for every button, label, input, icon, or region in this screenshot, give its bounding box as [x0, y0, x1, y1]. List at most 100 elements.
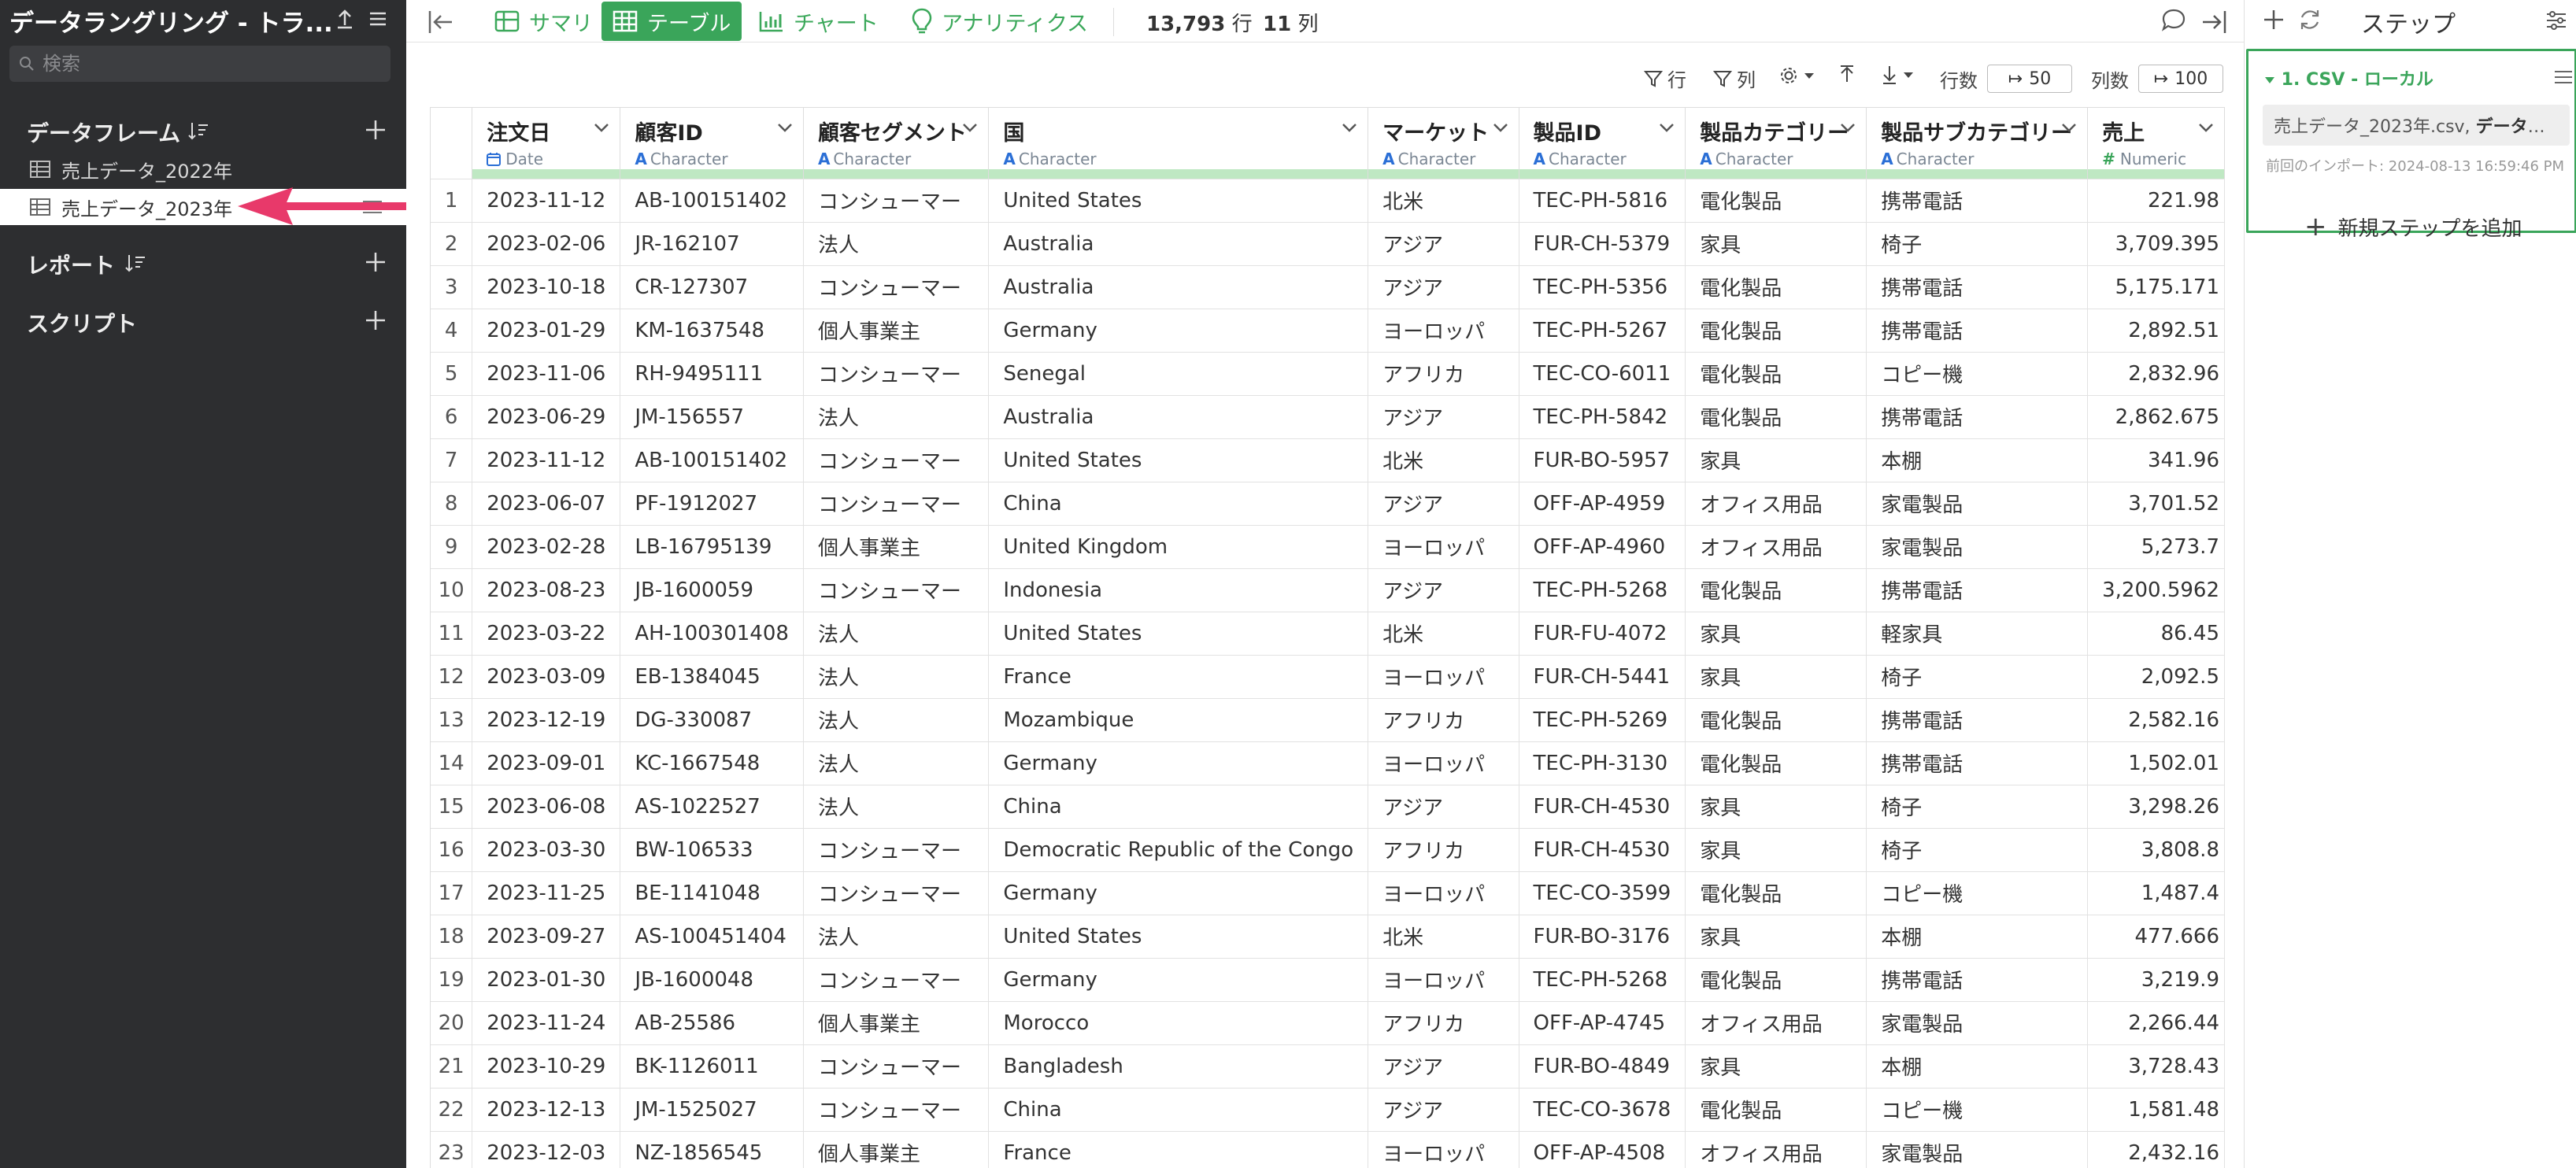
table-cell[interactable]: 法人	[803, 698, 990, 742]
table-cell[interactable]: アフリカ	[1368, 828, 1519, 872]
table-cell[interactable]: 2,582.16	[2087, 698, 2225, 742]
table-cell[interactable]: JB-1600048	[620, 958, 804, 1002]
table-cell[interactable]: 法人	[803, 395, 990, 439]
table-cell[interactable]: 3,219.9	[2087, 958, 2225, 1002]
table-row[interactable]: 11 2023-03-22 AH-100301408 法人 United States 北…	[431, 612, 2225, 656]
table-cell[interactable]: JM-156557	[620, 395, 804, 439]
table-cell[interactable]: 家電製品	[1866, 525, 2089, 569]
table-cell[interactable]: 2023-12-19	[472, 698, 621, 742]
table-cell[interactable]: OFF-AP-4508	[1519, 1131, 1686, 1168]
table-cell[interactable]: 本棚	[1866, 915, 2089, 959]
table-cell[interactable]: 椅子	[1866, 222, 2089, 266]
table-cell[interactable]: 2,892.51	[2087, 309, 2225, 353]
table-cell[interactable]: Germany	[988, 309, 1369, 353]
table-cell[interactable]: 電化製品	[1685, 352, 1867, 396]
table-cell[interactable]: 法人	[803, 222, 990, 266]
chevron-down-icon[interactable]	[2197, 122, 2215, 133]
table-cell[interactable]: 2023-11-24	[472, 1001, 621, 1045]
table-cell[interactable]: FUR-CH-5441	[1519, 655, 1686, 699]
table-cell[interactable]: KC-1667548	[620, 741, 804, 785]
table-cell[interactable]: コンシューマー	[803, 265, 990, 309]
table-row[interactable]: 13 2023-12-19 DG-330087 法人 Mozambique アフリカ TEC…	[431, 698, 2225, 742]
download-dropdown[interactable]	[1880, 65, 1915, 85]
table-cell[interactable]: JR-162107	[620, 222, 804, 266]
table-cell[interactable]: アジア	[1368, 1088, 1519, 1132]
table-cell[interactable]: Indonesia	[988, 568, 1369, 612]
table-cell[interactable]: 椅子	[1866, 828, 2089, 872]
row-number[interactable]: 23	[431, 1131, 473, 1168]
table-cell[interactable]: AH-100301408	[620, 612, 804, 656]
table-cell[interactable]: ヨーロッパ	[1368, 525, 1519, 569]
sort-icon[interactable]	[124, 253, 146, 275]
table-cell[interactable]: 電化製品	[1685, 958, 1867, 1002]
table-cell[interactable]: CR-127307	[620, 265, 804, 309]
table-cell[interactable]: 電化製品	[1685, 568, 1867, 612]
table-cell[interactable]: 3,701.52	[2087, 482, 2225, 526]
row-number[interactable]: 5	[431, 352, 473, 396]
sort-icon[interactable]	[187, 121, 209, 143]
table-cell[interactable]: 携帯電話	[1866, 309, 2089, 353]
table-cell[interactable]: 個人事業主	[803, 525, 990, 569]
row-number[interactable]: 11	[431, 612, 473, 656]
table-cell[interactable]: 家具	[1685, 438, 1867, 482]
table-cell[interactable]: United States	[988, 179, 1369, 223]
table-cell[interactable]: コンシューマー	[803, 1044, 990, 1089]
row-number[interactable]: 9	[431, 525, 473, 569]
table-cell[interactable]: Bangladesh	[988, 1044, 1369, 1089]
settings-dropdown[interactable]	[1778, 65, 1815, 87]
chevron-down-icon[interactable]	[1341, 122, 1358, 133]
column-header[interactable]: 製品ID A Character	[1519, 108, 1686, 169]
table-cell[interactable]: Democratic Republic of the Congo	[988, 828, 1369, 872]
table-cell[interactable]: 携帯電話	[1866, 265, 2089, 309]
table-cell[interactable]: 家電製品	[1866, 1001, 2089, 1045]
table-cell[interactable]: 家電製品	[1866, 482, 2089, 526]
table-cell[interactable]: 2023-01-30	[472, 958, 621, 1002]
table-cell[interactable]: TEC-PH-5267	[1519, 309, 1686, 353]
row-number[interactable]: 3	[431, 265, 473, 309]
chevron-down-icon[interactable]	[1492, 122, 1509, 133]
tab-analytics[interactable]: アナリティクス	[901, 2, 1099, 41]
table-cell[interactable]: Australia	[988, 222, 1369, 266]
table-cell[interactable]: BW-106533	[620, 828, 804, 872]
add-new-step-button[interactable]: + 新規ステップを追加	[2304, 211, 2522, 242]
table-cell[interactable]: 2,862.675	[2087, 395, 2225, 439]
upload-icon[interactable]	[1838, 65, 1856, 85]
table-cell[interactable]: アフリカ	[1368, 1001, 1519, 1045]
table-cell[interactable]: 3,808.8	[2087, 828, 2225, 872]
table-cell[interactable]: 椅子	[1866, 785, 2089, 829]
table-row[interactable]: 6 2023-06-29 JM-156557 法人 Australia アジア TEC-PH…	[431, 395, 2225, 439]
table-cell[interactable]: 本棚	[1866, 1044, 2089, 1089]
row-number[interactable]: 20	[431, 1001, 473, 1045]
table-cell[interactable]: TEC-PH-5268	[1519, 568, 1686, 612]
table-cell[interactable]: オフィス用品	[1685, 1131, 1867, 1168]
table-cell[interactable]: ヨーロッパ	[1368, 958, 1519, 1002]
table-cell[interactable]: コピー機	[1866, 871, 2089, 915]
table-cell[interactable]: ヨーロッパ	[1368, 655, 1519, 699]
table-cell[interactable]: RH-9495111	[620, 352, 804, 396]
table-cell[interactable]: 椅子	[1866, 655, 2089, 699]
step-menu-icon[interactable]	[2552, 68, 2574, 89]
table-cell[interactable]: 341.96	[2087, 438, 2225, 482]
table-cell[interactable]: 法人	[803, 915, 990, 959]
table-row[interactable]: 4 2023-01-29 KM-1637548 個人事業主 Germany ヨーロッパ TE…	[431, 309, 2225, 353]
table-cell[interactable]: 電化製品	[1685, 741, 1867, 785]
table-cell[interactable]: 2023-09-27	[472, 915, 621, 959]
table-cell[interactable]: FUR-FU-4072	[1519, 612, 1686, 656]
table-cell[interactable]: 法人	[803, 655, 990, 699]
table-cell[interactable]: 2023-03-22	[472, 612, 621, 656]
table-cell[interactable]: 家具	[1685, 785, 1867, 829]
table-cell[interactable]: 2023-08-23	[472, 568, 621, 612]
table-cell[interactable]: 携帯電話	[1866, 698, 2089, 742]
table-cell[interactable]: Germany	[988, 741, 1369, 785]
table-cell[interactable]: 3,709.395	[2087, 222, 2225, 266]
row-number[interactable]: 10	[431, 568, 473, 612]
column-header[interactable]: 製品サブカテゴリー A Character	[1866, 108, 2089, 169]
table-cell[interactable]: 軽家具	[1866, 612, 2089, 656]
table-cell[interactable]: BE-1141048	[620, 871, 804, 915]
table-cell[interactable]: 2023-02-28	[472, 525, 621, 569]
table-cell[interactable]: JM-1525027	[620, 1088, 804, 1132]
table-cell[interactable]: 2023-11-12	[472, 438, 621, 482]
table-cell[interactable]: コンシューマー	[803, 871, 990, 915]
table-cell[interactable]: FUR-CH-4530	[1519, 828, 1686, 872]
table-cell[interactable]: 2023-10-18	[472, 265, 621, 309]
